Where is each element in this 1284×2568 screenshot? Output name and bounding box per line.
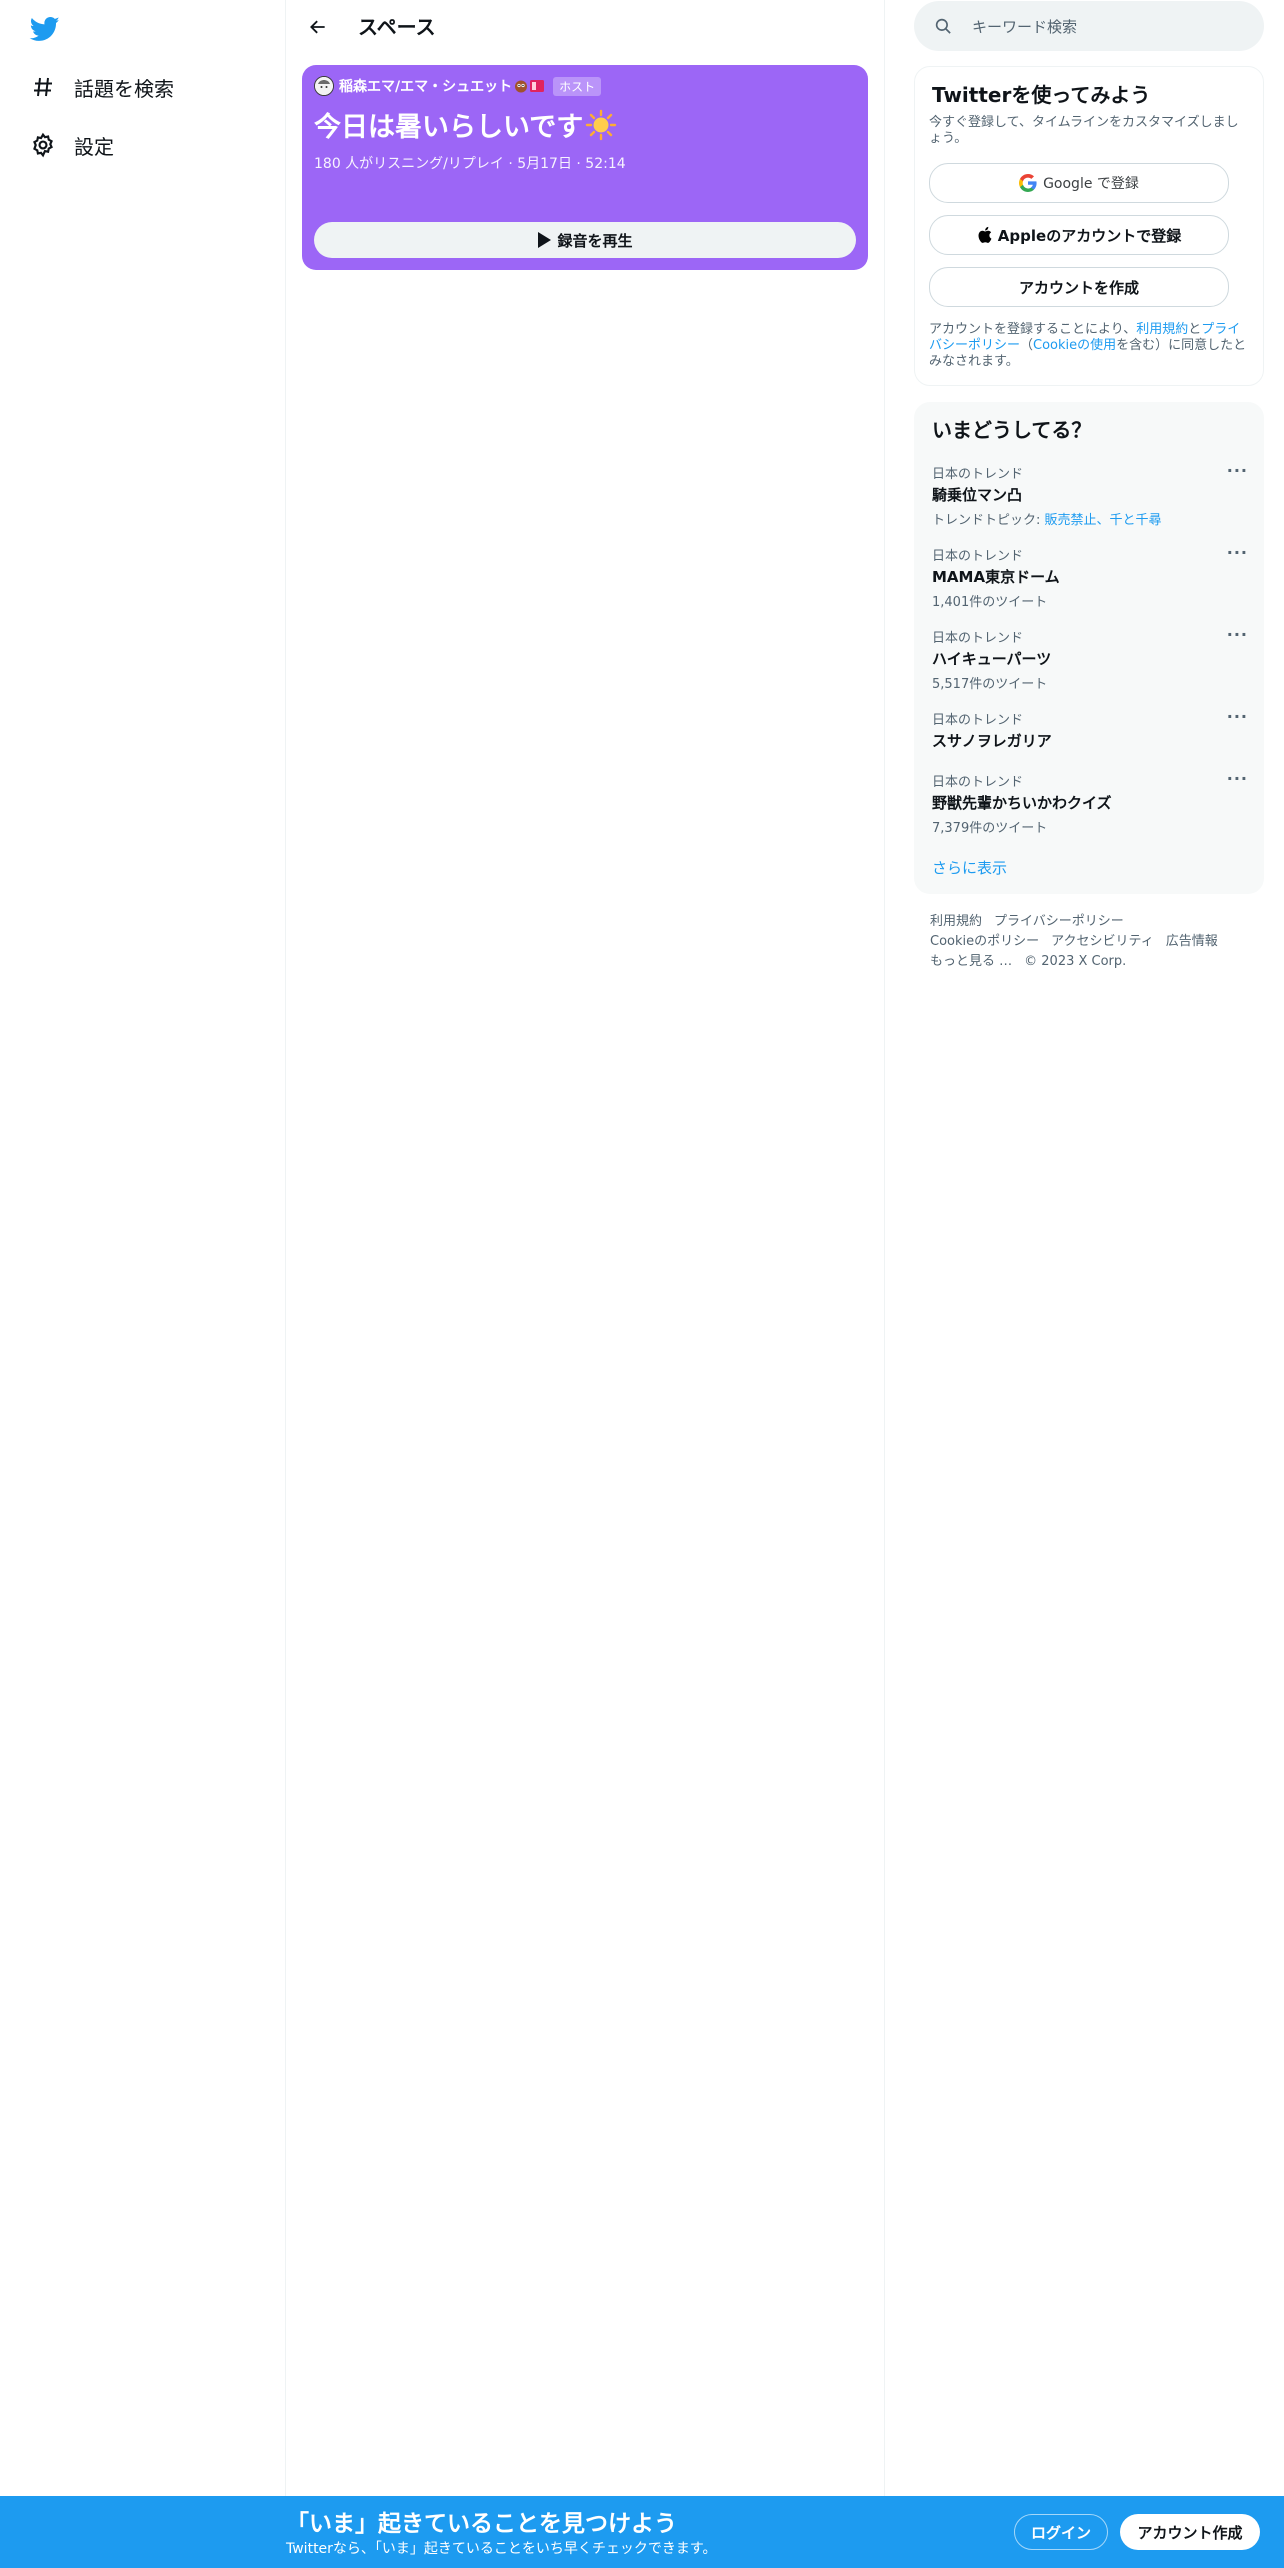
apple-icon bbox=[978, 226, 992, 243]
space-title-text: 今日は暑いらしいです bbox=[314, 112, 584, 143]
footer-link[interactable]: 利用規約 bbox=[930, 914, 982, 929]
owl-emoji-icon bbox=[515, 80, 528, 93]
trend-name: MAMA東京ドーム bbox=[932, 568, 1060, 586]
legal-paren: （ bbox=[1020, 338, 1034, 353]
search-box[interactable]: キーワード検索 bbox=[914, 1, 1264, 51]
signup-subtitle: 今すぐ登録して、タイムラインをカスタマイズしましょう。 bbox=[929, 115, 1239, 146]
footer-link[interactable]: 広告情報 bbox=[1166, 934, 1218, 949]
signup-legal-text: アカウントを登録することにより、利用規約とプライバシーポリシー（Cookieの使… bbox=[929, 322, 1249, 370]
host-emoji bbox=[514, 79, 545, 93]
trend-topics-prefix: トレンドトピック: bbox=[932, 513, 1045, 528]
footer-links: 利用規約 プライバシーポリシー Cookieのポリシー アクセシビリティ 広告情報 も… bbox=[930, 912, 1250, 972]
trend-item[interactable]: 日本のトレンド 騎乗位マン凸 トレンドトピック: 販売禁止、千と千尋 ··· bbox=[932, 461, 1247, 528]
copyright: © 2023 X Corp. bbox=[1024, 954, 1127, 969]
nav-item-label: 設定 bbox=[74, 134, 114, 159]
trend-name: 野獣先輩かちいかわクイズ bbox=[932, 794, 1112, 812]
back-arrow-icon bbox=[310, 20, 325, 34]
hashtag-icon bbox=[28, 72, 58, 102]
search-icon bbox=[935, 18, 951, 34]
footer-link[interactable]: もっと見る … bbox=[930, 954, 1012, 969]
play-recording-label: 録音を再生 bbox=[557, 231, 633, 250]
legal-and: と bbox=[1188, 322, 1202, 337]
banner-title: 「いま」起きていることを見つけよう bbox=[286, 2511, 677, 2537]
more-options-icon[interactable]: ··· bbox=[1227, 461, 1248, 480]
trend-item[interactable]: 日本のトレンド MAMA東京ドーム 1,401件のツイート ··· bbox=[932, 543, 1247, 610]
terms-link[interactable]: 利用規約 bbox=[1136, 322, 1188, 337]
trend-category: 日本のトレンド bbox=[932, 713, 1024, 728]
avatar[interactable] bbox=[314, 76, 334, 96]
more-options-icon[interactable]: ··· bbox=[1227, 769, 1248, 788]
signup-title: Twitterを使ってみよう bbox=[932, 83, 1151, 107]
trends-panel: いまどうしてる？ 日本のトレンド 騎乗位マン凸 トレンドトピック: 販売禁止、千… bbox=[914, 402, 1264, 894]
signup-panel: Twitterを使ってみよう 今すぐ登録して、タイムラインをカスタマイズしましょ… bbox=[914, 66, 1264, 386]
trend-count: 7,379件のツイート bbox=[932, 821, 1048, 836]
create-account-label: アカウントを作成 bbox=[1018, 278, 1139, 297]
footer-link[interactable]: Cookieのポリシー bbox=[930, 934, 1039, 949]
nav-item-explore[interactable]: 話題を検索 bbox=[28, 65, 174, 109]
space-title: 今日は暑いらしいです bbox=[314, 105, 617, 144]
trend-item[interactable]: 日本のトレンド ハイキューパーツ 5,517件のツイート ··· bbox=[932, 625, 1247, 692]
trend-item[interactable]: 日本のトレンド スサノヲレガリア ··· bbox=[932, 707, 1247, 751]
search-input[interactable]: キーワード検索 bbox=[972, 16, 1077, 37]
nav-item-settings[interactable]: 設定 bbox=[28, 123, 114, 167]
apple-signup-label: Appleのアカウントで登録 bbox=[997, 226, 1182, 245]
nav-item-label: 話題を検索 bbox=[74, 76, 174, 101]
host-name[interactable]: 稲森エマ/エマ・シュエット bbox=[339, 76, 512, 96]
space-meta: 180 人がリスニング/リプレイ · 5月17日 · 52:14 bbox=[314, 156, 626, 172]
more-options-icon[interactable]: ··· bbox=[1227, 707, 1248, 726]
sun-icon bbox=[586, 109, 617, 140]
google-signup-button[interactable]: Google で登録 bbox=[929, 163, 1229, 203]
twitter-bird-icon[interactable] bbox=[28, 14, 62, 44]
page-title: スペース bbox=[358, 15, 436, 39]
host-badge: ホスト bbox=[553, 76, 602, 96]
more-options-icon[interactable]: ··· bbox=[1227, 543, 1248, 562]
trend-count: 5,517件のツイート bbox=[932, 677, 1048, 692]
play-icon bbox=[538, 232, 552, 248]
trend-category: 日本のトレンド bbox=[932, 631, 1024, 646]
trend-category: 日本のトレンド bbox=[932, 549, 1024, 564]
apple-signup-button[interactable]: Appleのアカウントで登録 bbox=[929, 215, 1229, 255]
banner-subtitle: Twitterなら、「いま」起きていることをいち早くチェックできます。 bbox=[286, 2541, 717, 2557]
trend-category: 日本のトレンド bbox=[932, 467, 1024, 482]
trend-category: 日本のトレンド bbox=[932, 775, 1024, 790]
bottom-signup-banner: 「いま」起きていることを見つけよう Twitterなら、「いま」起きていることを… bbox=[0, 2496, 1284, 2568]
play-recording-button[interactable]: 録音を再生 bbox=[314, 222, 856, 258]
legal-prefix: アカウントを登録することにより、 bbox=[929, 322, 1137, 337]
gear-icon bbox=[28, 130, 58, 160]
create-account-button[interactable]: アカウントを作成 bbox=[929, 267, 1229, 307]
signup-button[interactable]: アカウント作成 bbox=[1120, 2514, 1260, 2550]
google-icon bbox=[1019, 174, 1037, 192]
footer-link[interactable]: プライバシーポリシー bbox=[994, 914, 1124, 929]
trend-topics-links[interactable]: 販売禁止、千と千尋 bbox=[1045, 513, 1162, 528]
trend-topics: トレンドトピック: 販売禁止、千と千尋 bbox=[932, 509, 1242, 528]
trend-name: スサノヲレガリア bbox=[932, 732, 1052, 750]
space-card[interactable]: 稲森エマ/エマ・シュエット ホスト 今日は暑いらしいです 180 人がリスニング… bbox=[302, 65, 868, 270]
cookie-link[interactable]: Cookieの使用 bbox=[1033, 338, 1116, 353]
left-navigation: 話題を検索 設定 bbox=[0, 0, 286, 2496]
space-host-row: 稲森エマ/エマ・シュエット ホスト bbox=[314, 75, 602, 97]
trends-title: いまどうしてる？ bbox=[932, 418, 1092, 442]
footer-link[interactable]: アクセシビリティ bbox=[1051, 934, 1154, 949]
trend-count: 1,401件のツイート bbox=[932, 595, 1048, 610]
trend-item[interactable]: 日本のトレンド 野獣先輩かちいかわクイズ 7,379件のツイート ··· bbox=[932, 769, 1247, 836]
trend-name: ハイキューパーツ bbox=[932, 650, 1052, 668]
main-column: スペース 稲森エマ/エマ・シュエット ホスト 今日は暑いらしいです 180 人が… bbox=[286, 0, 885, 2496]
login-button[interactable]: ログイン bbox=[1014, 2514, 1108, 2550]
book-emoji-icon bbox=[530, 80, 545, 92]
trend-name: 騎乗位マン凸 bbox=[932, 486, 1023, 504]
google-signup-label: Google で登録 bbox=[1043, 176, 1139, 192]
show-more-link[interactable]: さらに表示 bbox=[932, 857, 1007, 878]
back-button[interactable] bbox=[302, 12, 334, 42]
more-options-icon[interactable]: ··· bbox=[1227, 625, 1248, 644]
